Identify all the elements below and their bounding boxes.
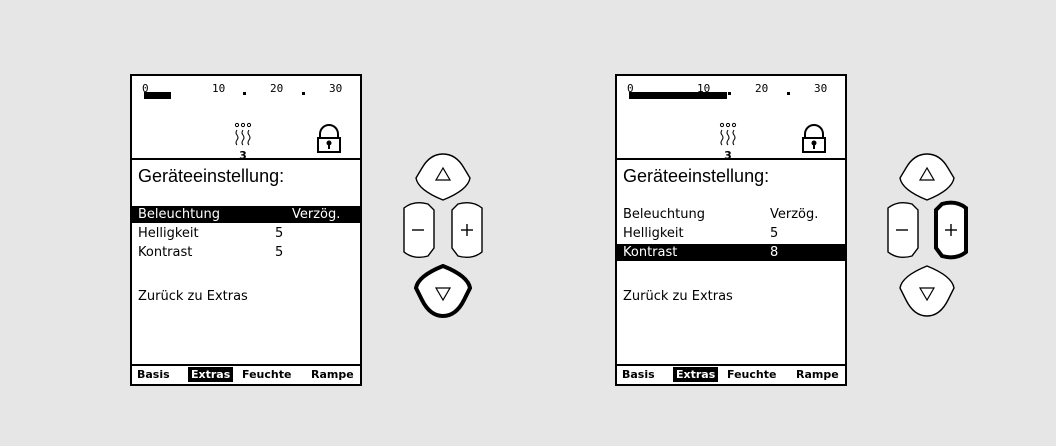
menu-row-helligkeit[interactable]: Helligkeit 5	[617, 225, 845, 242]
menu-row-value: 5	[275, 245, 284, 260]
scale: 0 10 20 30	[627, 78, 837, 112]
keypad-left	[403, 153, 483, 319]
menu-row-beleuchtung[interactable]: Beleuchtung Verzög.	[132, 206, 360, 223]
down-arrow-key[interactable]	[899, 265, 955, 317]
tab-rampe[interactable]: Rampe	[308, 367, 357, 382]
humidity-bar	[144, 92, 171, 99]
tab-feuchte[interactable]: Feuchte	[239, 367, 294, 382]
page-title: Geräteeinstellung:	[138, 166, 285, 186]
page-title: Geräteeinstellung:	[623, 166, 770, 186]
tab-basis[interactable]: Basis	[619, 367, 658, 382]
back-to-extras-link[interactable]: Zurück zu Extras	[138, 289, 248, 304]
scale-label: 20	[755, 82, 769, 95]
menu-row-kontrast[interactable]: Kontrast 8	[617, 244, 845, 261]
scale: 0 10 20 30	[142, 78, 352, 112]
tab-feuchte[interactable]: Feuchte	[724, 367, 779, 382]
menu-row-label: Kontrast	[623, 245, 678, 260]
menu-row-beleuchtung[interactable]: Beleuchtung Verzög.	[617, 206, 845, 223]
minus-key[interactable]	[403, 201, 435, 259]
figure: 0 10 20 30 3 Geräteeinstellung: Beleucht…	[0, 0, 1056, 446]
menu-row-kontrast[interactable]: Kontrast 5	[132, 244, 360, 261]
tab-extras[interactable]: Extras	[673, 367, 719, 382]
menu-row-label: Kontrast	[138, 245, 193, 260]
tab-extras[interactable]: Extras	[188, 367, 234, 382]
lock-icon	[802, 124, 826, 153]
plus-key[interactable]	[934, 200, 968, 260]
tab-rampe[interactable]: Rampe	[793, 367, 842, 382]
display-screen-right: 0 10 20 30 3 Geräteeinstellung: Beleucht…	[615, 74, 847, 386]
scale-label: 30	[814, 82, 828, 95]
tab-basis[interactable]: Basis	[134, 367, 173, 382]
up-arrow-key[interactable]	[415, 153, 471, 201]
tab-bar: Basis Extras Feuchte Rampe	[617, 364, 845, 384]
humidity-bar	[629, 92, 727, 99]
steam-icon: 3	[230, 122, 256, 162]
menu-row-label: Helligkeit	[623, 226, 684, 241]
back-to-extras-link[interactable]: Zurück zu Extras	[623, 289, 733, 304]
menu-row-value: Verzög.	[292, 207, 341, 222]
menu-row-label: Beleuchtung	[623, 207, 705, 222]
minus-key[interactable]	[887, 201, 919, 259]
menu-row-label: Beleuchtung	[138, 207, 220, 222]
menu-row-value: 5	[770, 226, 779, 241]
tab-bar: Basis Extras Feuchte Rampe	[132, 364, 360, 384]
keypad-right	[887, 153, 968, 317]
down-arrow-key[interactable]	[413, 263, 473, 319]
scale-label: 20	[270, 82, 284, 95]
plus-key[interactable]	[451, 201, 483, 259]
scale-label: 10	[212, 82, 226, 95]
display-screen-left: 0 10 20 30 3 Geräteeinstellung: Beleucht…	[130, 74, 362, 386]
up-arrow-key[interactable]	[899, 153, 955, 201]
menu-row-label: Helligkeit	[138, 226, 199, 241]
menu-row-value: 5	[275, 226, 284, 241]
scale-label: 30	[329, 82, 343, 95]
lock-icon	[317, 124, 341, 153]
steam-icon: 3	[715, 122, 741, 162]
menu-row-value: Verzög.	[770, 207, 819, 222]
menu-row-helligkeit[interactable]: Helligkeit 5	[132, 225, 360, 242]
menu-row-value: 8	[770, 245, 779, 260]
